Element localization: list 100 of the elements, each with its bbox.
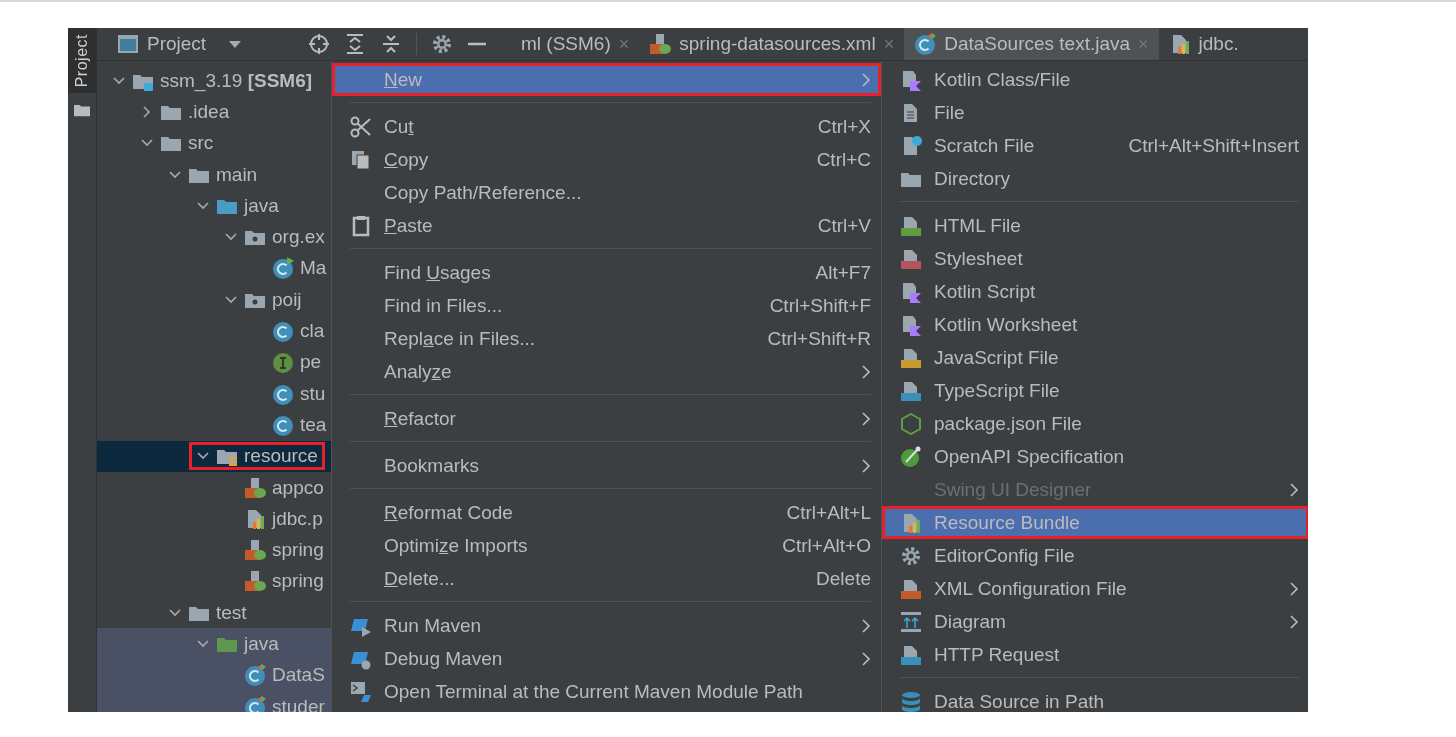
- menu-item-label: Diagram: [934, 610, 1007, 633]
- menu-item[interactable]: Diagram: [882, 605, 1308, 638]
- menu-item[interactable]: Replace in Files... Ctrl+Shift+R: [332, 322, 881, 355]
- menu-item[interactable]: File: [882, 96, 1308, 129]
- tree-item[interactable]: jdbc.p: [97, 503, 331, 535]
- menu-item[interactable]: Open Terminal at the Current Maven Module Path: [332, 675, 881, 708]
- test-class-icon: [244, 695, 266, 712]
- tree-item[interactable]: stu: [97, 377, 331, 410]
- menu-item[interactable]: Bookmarks: [332, 449, 881, 482]
- tree-item[interactable]: .idea: [97, 96, 331, 128]
- menu-item[interactable]: OpenAPI Specification: [882, 440, 1308, 473]
- tree-item[interactable]: test: [97, 597, 331, 629]
- menu-item[interactable]: TypeScript File: [882, 374, 1308, 407]
- menu-item[interactable]: Paste Ctrl+V: [332, 209, 881, 242]
- tree-item-label: java: [244, 633, 279, 655]
- hexagon-icon: [900, 412, 922, 435]
- menu-item[interactable]: Refactor: [332, 402, 881, 435]
- tree-item[interactable]: ssm_3.19 [SSM6]: [97, 65, 331, 97]
- menu-item[interactable]: XML Configuration File: [882, 572, 1308, 605]
- tree-item-label: main: [216, 163, 258, 186]
- menu-item[interactable]: Find in Files... Ctrl+Shift+F: [332, 289, 881, 322]
- menu-item[interactable]: Kotlin Worksheet: [882, 308, 1308, 341]
- tree-item[interactable]: src: [97, 127, 331, 159]
- spring-xml-file-icon: [244, 476, 266, 499]
- menu-item-label: Analyze: [384, 360, 453, 383]
- tree-item[interactable]: java: [97, 190, 331, 222]
- menu-item-label: HTTP Request: [934, 643, 1061, 666]
- tree-item[interactable]: DataS: [97, 659, 331, 691]
- shortcut-text: Ctrl+Shift+F: [769, 294, 871, 317]
- menu-item[interactable]: Delete... Delete: [332, 562, 881, 595]
- kotlin-file-icon: [900, 280, 922, 303]
- openapi-icon: [900, 445, 922, 468]
- tree-item[interactable]: tea: [97, 409, 331, 441]
- menu-item-label: Debug Maven: [384, 647, 504, 670]
- menu-item[interactable]: Find Usages Alt+F7: [332, 256, 881, 289]
- tree-item-label: org.ex: [272, 226, 325, 249]
- tree-item-label: .idea: [188, 100, 230, 123]
- menu-item[interactable]: HTML File: [882, 209, 1308, 242]
- tree-item-label: pe: [300, 351, 322, 374]
- menu-item[interactable]: Stylesheet: [882, 242, 1308, 275]
- menu-item-label: Run Maven: [384, 614, 483, 637]
- tree-item-label: jdbc.p: [272, 507, 323, 530]
- menu-item-label: Cut: [384, 115, 415, 138]
- menu-item-label: Directory: [934, 167, 1011, 190]
- spring-xml-file-icon: [244, 539, 266, 562]
- shortcut-text: Ctrl+Alt+L: [786, 501, 871, 524]
- tree-item[interactable]: appco: [97, 471, 331, 504]
- clipboard-icon: [350, 214, 372, 237]
- tree-item[interactable]: spring: [97, 565, 331, 598]
- menu-item[interactable]: Reformat Code Ctrl+Alt+L: [332, 496, 881, 529]
- menu-item[interactable]: Directory: [882, 162, 1308, 195]
- shortcut-text: Ctrl+X: [817, 115, 871, 138]
- menu-item[interactable]: Copy Ctrl+C: [332, 143, 881, 176]
- menu-item-label: JavaScript File: [934, 346, 1060, 369]
- tree-item-label: resource: [244, 445, 318, 468]
- menu-item[interactable]: EditorConfig File: [882, 539, 1308, 572]
- menu-item[interactable]: Data Source in Path: [882, 685, 1308, 712]
- menu-item[interactable]: Cut Ctrl+X: [332, 110, 881, 143]
- menu-item-label: Find Usages: [384, 261, 492, 284]
- editor-tab[interactable]: spring-datasources.xml ×: [639, 28, 905, 60]
- tool-window-tab[interactable]: Project: [68, 28, 96, 94]
- spring-xml-file-icon: [649, 33, 672, 55]
- tree-item[interactable]: pe: [97, 346, 331, 378]
- tree-item[interactable]: cla: [97, 315, 331, 347]
- minimize-icon: [467, 42, 488, 46]
- tree-item[interactable]: java: [97, 628, 331, 660]
- editor-tab[interactable]: jdbc.: [1158, 28, 1249, 60]
- menu-item[interactable]: Scratch File Ctrl+Alt+Shift+Insert: [882, 129, 1308, 162]
- menu-item[interactable]: Analyze: [332, 355, 881, 388]
- tree-item[interactable]: studer: [97, 690, 331, 712]
- menu-item[interactable]: HTTP Request: [882, 638, 1308, 671]
- xml-file-icon: [900, 577, 922, 600]
- tree-item[interactable]: resource: [97, 440, 331, 472]
- runnable-class-icon: [272, 257, 294, 280]
- menu-item[interactable]: Optimize Imports Ctrl+Alt+O: [332, 529, 881, 562]
- tree-item[interactable]: poij: [97, 284, 331, 316]
- menu-item[interactable]: JavaScript File: [882, 341, 1308, 374]
- menu-item[interactable]: Copy Path/Reference...: [332, 176, 881, 209]
- menu-item-label: Kotlin Worksheet: [934, 313, 1079, 336]
- scissors-icon: [350, 115, 372, 138]
- tree-item-label: poij: [272, 288, 302, 311]
- tree-item[interactable]: org.ex: [97, 221, 331, 253]
- caret-down-icon[interactable]: [228, 39, 243, 49]
- class-icon: [272, 320, 294, 342]
- tree-item-label: java: [244, 194, 279, 217]
- tree-item[interactable]: main: [97, 158, 331, 191]
- spring-xml-file-icon: [244, 570, 266, 593]
- tree-item-label: Ma: [300, 257, 327, 280]
- menu-item[interactable]: package.json File: [882, 407, 1308, 440]
- menu-item-label: Open Terminal at the Current Maven Module Path: [384, 680, 804, 703]
- editor-tab[interactable]: DataSources text.java ×: [904, 28, 1159, 60]
- shortcut-text: Alt+F7: [815, 261, 871, 284]
- menu-item[interactable]: Kotlin Class/File: [882, 63, 1308, 96]
- tree-item[interactable]: spring: [97, 534, 331, 566]
- kotlin-file-icon: [900, 68, 922, 91]
- menu-item[interactable]: Run Maven: [332, 609, 881, 642]
- menu-item[interactable]: Debug Maven: [332, 642, 881, 675]
- menu-item[interactable]: Kotlin Script: [882, 275, 1308, 308]
- editor-tab[interactable]: ml (SSM6) ×: [511, 28, 640, 60]
- tree-item[interactable]: Ma: [97, 252, 331, 285]
